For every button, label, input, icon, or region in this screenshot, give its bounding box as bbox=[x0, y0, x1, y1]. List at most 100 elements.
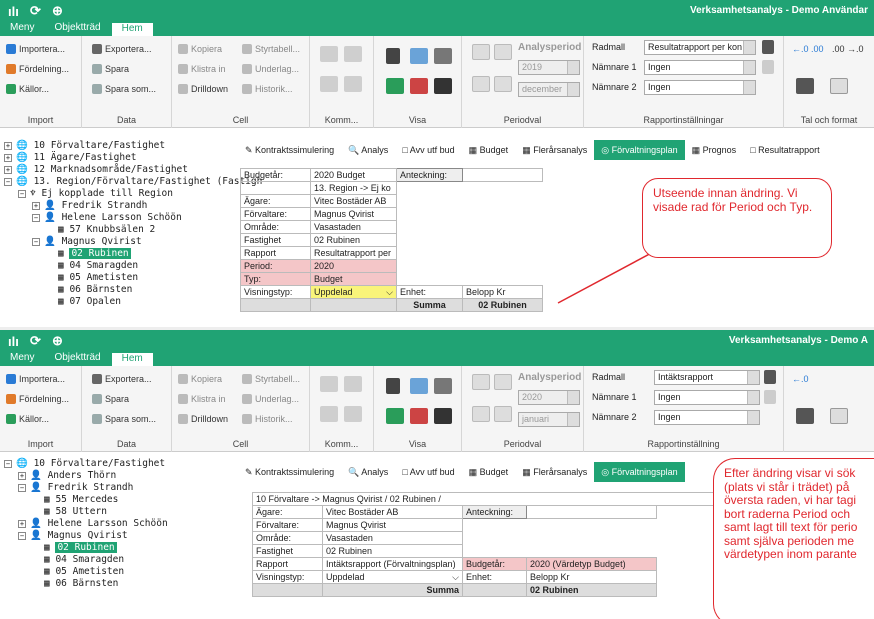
tree-item[interactable]: − 👤 Fredrik Strandh bbox=[18, 482, 133, 494]
kallor-button[interactable]: Källor... bbox=[6, 414, 49, 424]
importera-button[interactable]: Importera... bbox=[6, 44, 65, 54]
tab-prognos[interactable]: ▦ Prognos bbox=[685, 140, 744, 160]
visningstyp-select[interactable]: Uppdelad ⌵ bbox=[322, 570, 463, 584]
radmall-select[interactable]: Resultatrapport per kon bbox=[644, 40, 756, 55]
historik-button[interactable]: Historik... bbox=[242, 414, 293, 424]
radmall-select[interactable]: Intäktsrapport bbox=[654, 370, 760, 385]
format-icon[interactable] bbox=[830, 78, 848, 94]
exportera-button[interactable]: Exportera... bbox=[92, 374, 152, 384]
budgetar-value[interactable]: 2020 (Värdetyp Budget) bbox=[526, 557, 657, 571]
tab-meny[interactable]: Meny bbox=[0, 352, 44, 366]
tree-item[interactable]: ▦ 05 Ametisten bbox=[58, 272, 138, 284]
tree-item[interactable]: − 🌐 10 Förvaltare/Fastighet bbox=[4, 458, 165, 470]
tree-item[interactable]: ▦ 58 Uttern bbox=[44, 506, 107, 518]
tab-hem[interactable]: Hem bbox=[110, 352, 154, 366]
grid-value[interactable]: Magnus Qvirist bbox=[322, 518, 463, 532]
tab-analys[interactable]: 🔍 Analys bbox=[341, 462, 395, 482]
kopiera-button[interactable]: Kopiera bbox=[178, 44, 222, 54]
format-icon[interactable] bbox=[796, 78, 814, 94]
window-icon[interactable] bbox=[434, 78, 452, 94]
enhet-value[interactable]: Belopp Kr bbox=[462, 285, 543, 299]
tree-item[interactable]: ▦ 05 Ametisten bbox=[44, 566, 124, 578]
grid-value[interactable]: Vitec Bostäder AB bbox=[322, 505, 463, 519]
enhet-value[interactable]: Belopp Kr bbox=[526, 570, 657, 584]
namnare2-select[interactable]: Ingen bbox=[644, 80, 756, 95]
namnare1-select[interactable]: Ingen bbox=[644, 60, 756, 75]
typ-value[interactable]: Budget bbox=[310, 272, 397, 286]
komm-icon[interactable] bbox=[320, 76, 338, 92]
klistra-in-button[interactable]: Klistra in bbox=[178, 64, 226, 74]
namnare1-select[interactable]: Ingen bbox=[654, 390, 760, 405]
tab-hem[interactable]: Hem bbox=[110, 22, 154, 36]
calendar-icon[interactable] bbox=[472, 374, 490, 390]
tree-item[interactable]: ▦ 55 Mercedes bbox=[44, 494, 118, 506]
grid-value[interactable]: 02 Rubinen bbox=[310, 233, 397, 247]
tree-item[interactable]: ▦ 57 Knubbsälen 2 bbox=[58, 224, 155, 236]
year-select[interactable]: 2019 bbox=[518, 60, 580, 75]
chart-icon[interactable] bbox=[386, 78, 404, 94]
report-icon[interactable] bbox=[764, 370, 776, 384]
month-select[interactable]: december bbox=[518, 82, 580, 97]
period-value[interactable]: 2020 bbox=[310, 259, 397, 273]
komm-icon[interactable] bbox=[344, 76, 362, 92]
tree-item[interactable]: − ♆ Ej kopplade till Region bbox=[18, 188, 173, 200]
refresh-icon[interactable]: ⟳ bbox=[30, 333, 52, 349]
styrtabell-button[interactable]: Styrtabell... bbox=[242, 374, 300, 384]
edit-icon[interactable] bbox=[434, 48, 452, 64]
grid-value[interactable]: Vasastaden bbox=[310, 220, 397, 234]
calendar-icon[interactable] bbox=[494, 76, 512, 92]
tree-item[interactable]: + 👤 Fredrik Strandh bbox=[32, 200, 147, 212]
tree-item[interactable]: + 🌐 10 Förvaltare/Fastighet bbox=[4, 140, 165, 152]
grid-value[interactable]: Intäktsrapport (Förvaltningsplan) bbox=[322, 557, 463, 571]
report-icon[interactable] bbox=[762, 40, 774, 54]
underlag-button[interactable]: Underlag... bbox=[242, 64, 299, 74]
spara-button[interactable]: Spara bbox=[92, 394, 129, 404]
calendar-icon[interactable] bbox=[494, 406, 512, 422]
komm-icon[interactable] bbox=[320, 376, 338, 392]
tab-kontraktssimulering[interactable]: ✎ Kontraktssimulering bbox=[238, 462, 341, 482]
month-select[interactable]: januari bbox=[518, 412, 580, 427]
komm-icon[interactable] bbox=[344, 376, 362, 392]
calendar-icon[interactable] bbox=[494, 374, 512, 390]
tab-meny[interactable]: Meny bbox=[0, 22, 44, 36]
format-icon[interactable] bbox=[830, 408, 848, 424]
calendar-icon[interactable] bbox=[494, 44, 512, 60]
klistra-in-button[interactable]: Klistra in bbox=[178, 394, 226, 404]
anteckning-button[interactable]: Anteckning: bbox=[462, 505, 527, 519]
tree-item[interactable]: + 🌐 11 Ägare/Fastighet bbox=[4, 152, 137, 164]
grid-value[interactable]: Vitec Bostäder AB bbox=[310, 194, 397, 208]
komm-icon[interactable] bbox=[320, 46, 338, 62]
table-icon[interactable] bbox=[410, 408, 428, 424]
spara-som-button[interactable]: Spara som... bbox=[92, 84, 156, 94]
tab-analys[interactable]: 🔍 Analys bbox=[341, 140, 395, 160]
window-icon[interactable] bbox=[434, 408, 452, 424]
underlag-button[interactable]: Underlag... bbox=[242, 394, 299, 404]
spara-button[interactable]: Spara bbox=[92, 64, 129, 74]
komm-icon[interactable] bbox=[344, 46, 362, 62]
tree-item[interactable]: − 🌐 13. Region/Förvaltare/Fastighet (Fast… bbox=[4, 176, 262, 188]
tree-item[interactable]: − 👤 Helene Larsson Schöön bbox=[32, 212, 182, 224]
calendar-icon[interactable] bbox=[472, 44, 490, 60]
refresh-icon[interactable]: ⟳ bbox=[30, 3, 52, 19]
tab-objekttrad[interactable]: Objektträd bbox=[44, 352, 110, 366]
grid-value[interactable]: 2020 Budget bbox=[310, 168, 397, 182]
importera-button[interactable]: Importera... bbox=[6, 374, 65, 384]
globe-icon[interactable]: ⊕ bbox=[52, 3, 74, 19]
tab-budget[interactable]: ▦ Budget bbox=[462, 462, 516, 482]
chart-icon[interactable] bbox=[386, 408, 404, 424]
fordelning-button[interactable]: Fördelning... bbox=[6, 394, 69, 404]
tree-item[interactable]: − 👤 Magnus Qvirist bbox=[18, 530, 128, 542]
komm-icon[interactable] bbox=[344, 406, 362, 422]
fordelning-button[interactable]: Fördelning... bbox=[6, 64, 69, 74]
tree-item-selected[interactable]: ▦ 02 Rubinen bbox=[44, 542, 117, 554]
tab-flerarsanalys[interactable]: ▦ Flerårsanalys bbox=[515, 140, 594, 160]
key-icon[interactable] bbox=[386, 48, 400, 64]
table-icon[interactable] bbox=[410, 78, 428, 94]
styrtabell-button[interactable]: Styrtabell... bbox=[242, 44, 300, 54]
tree-item-selected[interactable]: ▦ 02 Rubinen bbox=[58, 248, 131, 260]
decimal-increase-button[interactable]: ←.0 .00 bbox=[792, 44, 824, 54]
chart-icon[interactable]: ılı bbox=[8, 334, 30, 349]
line-chart-icon[interactable] bbox=[410, 48, 428, 64]
tab-avv-utf-bud[interactable]: □ Avv utf bud bbox=[395, 140, 461, 160]
tab-budget[interactable]: ▦ Budget bbox=[462, 140, 516, 160]
